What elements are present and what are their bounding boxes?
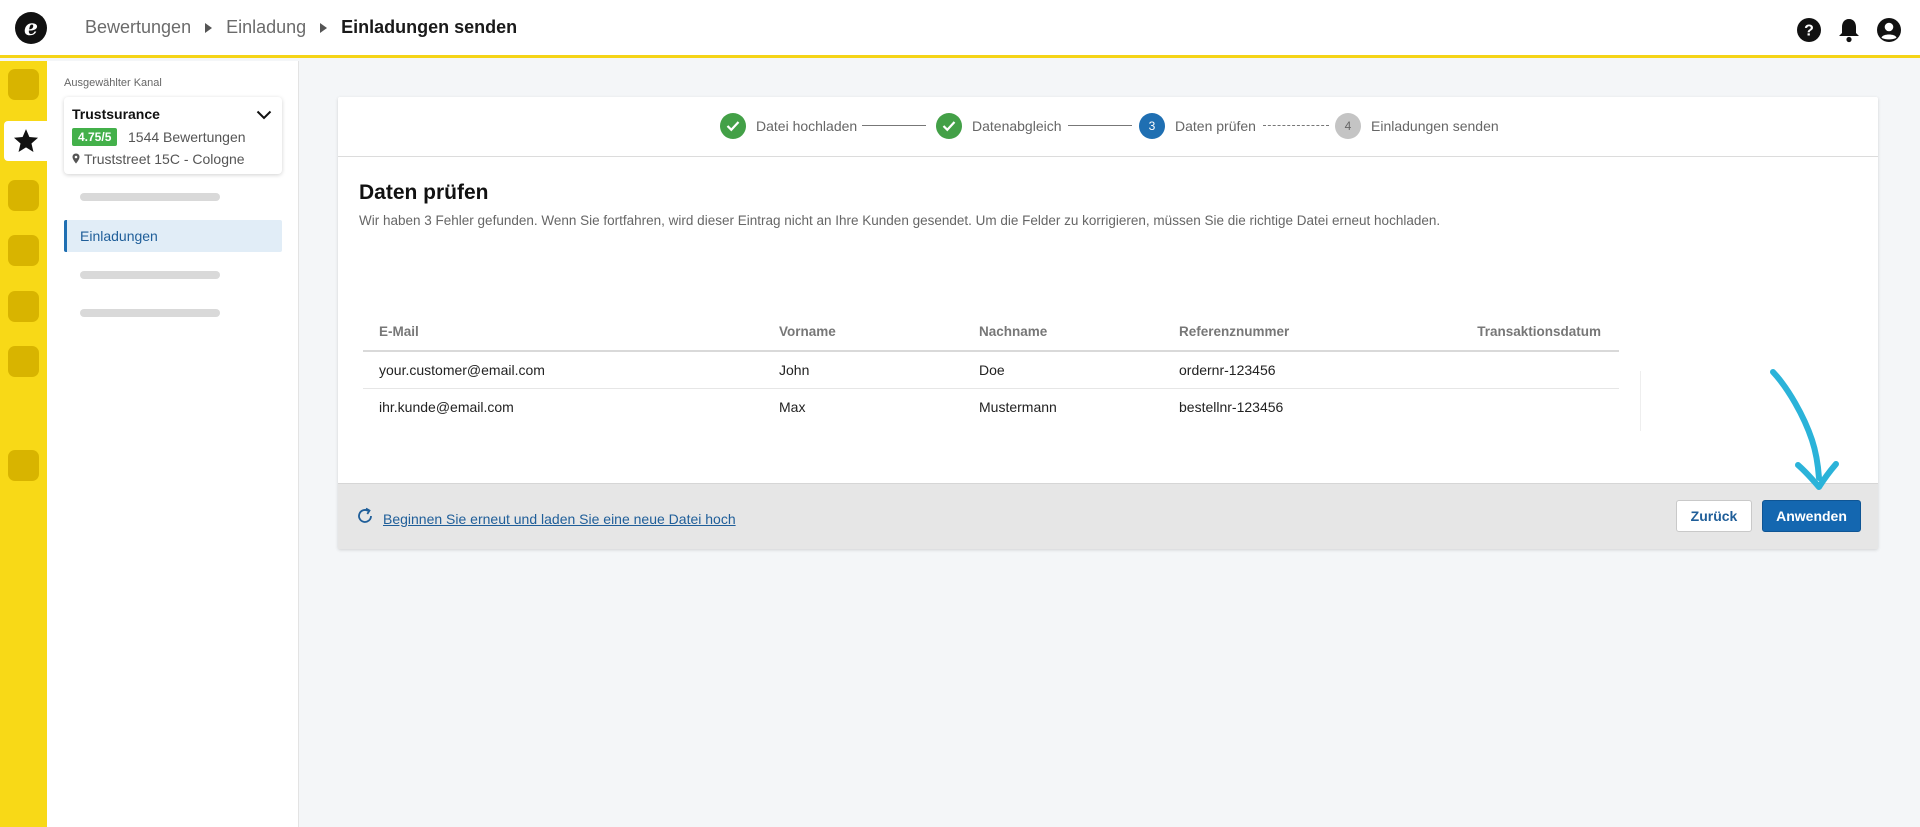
check-icon [936,113,962,139]
back-button[interactable]: Zurück [1676,500,1752,532]
step-upload: Datei hochladen [720,113,857,139]
logo-icon[interactable]: e [15,11,47,44]
step-label: Daten prüfen [1175,118,1256,134]
rail-nav-icon[interactable] [8,180,39,211]
step-connector [862,125,926,126]
app-rail [0,61,47,827]
channel-caption: Ausgewählter Kanal [64,77,162,89]
top-bar: e Bewertungen Einladung Einladungen send… [0,0,1920,58]
refresh-icon[interactable] [355,506,375,531]
rail-reviews-star-icon[interactable] [4,121,47,161]
table-row: ihr.kunde@email.com Max Mustermann beste… [363,388,1619,425]
table-header-row: E-Mail Vorname Nachname Referenznummer T… [363,313,1619,352]
table-divider [1640,371,1641,431]
cell-first-name: John [763,351,963,389]
nav-placeholder [80,309,220,317]
error-description: Wir haben 3 Fehler gefunden. Wenn Sie fo… [359,213,1441,228]
step-label: Datei hochladen [756,118,858,134]
apply-button[interactable]: Anwenden [1762,500,1861,532]
nav-placeholder [80,271,220,279]
column-header: Referenznummer [1163,313,1383,352]
address-text: Truststreet 15C - Cologne [84,151,245,167]
review-data-card: Datei hochladen Datenabgleich 3 Daten pr… [338,97,1878,549]
column-header: Vorname [763,313,963,352]
page-title: Daten prüfen [359,181,489,204]
help-icon[interactable]: ? [1796,17,1822,43]
step-matching: Datenabgleich [936,113,1062,139]
breadcrumb-separator-icon [205,22,213,33]
breadcrumb: Bewertungen Einladung Einladungen senden [85,17,517,38]
cell-transaction-date [1383,351,1619,389]
cell-reference: bestellnr-123456 [1179,398,1284,415]
step-send: 4 Einladungen senden [1335,113,1499,139]
step-number: 3 [1139,113,1165,139]
step-connector [1263,125,1329,126]
breadcrumb-separator-icon [320,22,328,33]
restart-upload-link[interactable]: Beginnen Sie erneut und laden Sie eine n… [383,511,736,527]
breadcrumb-einladung[interactable]: Einladung [226,17,306,38]
sidebar: Ausgewählter Kanal Trustsurance 4.75/5 1… [47,61,299,827]
location-pin-icon [72,151,80,167]
step-label: Datenabgleich [972,118,1062,134]
restart-upload[interactable]: Beginnen Sie erneut und laden Sie eine n… [355,506,736,531]
rating-badge: 4.75/5 [72,128,118,146]
breadcrumb-bewertungen[interactable]: Bewertungen [85,17,191,38]
channel-selector[interactable]: Trustsurance 4.75/5 1544 Bewertungen Tru… [64,97,282,174]
table-row: your.customer@email.com John Doe ordernr… [363,351,1619,389]
annotation-arrow-icon [1770,369,1839,490]
sidebar-item-label: Einladungen [80,228,158,244]
cell-email: your.customer@email.com [363,351,763,389]
cell-last-name: Doe [963,351,1163,389]
sidebar-item-einladungen[interactable]: Einladungen [64,220,282,252]
rail-nav-icon[interactable] [8,235,39,266]
channel-name: Trustsurance [72,106,160,122]
step-label: Einladungen senden [1371,118,1499,134]
bell-icon[interactable] [1836,17,1862,43]
step-number: 4 [1335,113,1361,139]
svg-text:?: ? [1804,23,1814,40]
nav-placeholder [80,193,220,201]
progress-stepper: Datei hochladen Datenabgleich 3 Daten pr… [338,97,1878,157]
cell-first-name: Max [779,398,806,415]
account-icon[interactable] [1876,17,1902,43]
step-check-data: 3 Daten prüfen [1139,113,1256,139]
column-header: Transaktionsdatum [1383,313,1619,352]
data-table: E-Mail Vorname Nachname Referenznummer T… [363,313,1619,425]
rail-nav-icon[interactable] [8,346,39,377]
chevron-down-icon[interactable] [256,107,272,125]
cell-transaction-date [1383,388,1619,425]
rail-nav-icon[interactable] [8,291,39,322]
channel-address: Truststreet 15C - Cologne [72,151,245,167]
review-count: 1544 Bewertungen [128,129,246,145]
column-header: E-Mail [363,313,763,352]
cell-last-name: Mustermann [979,398,1057,415]
cell-email: ihr.kunde@email.com [379,398,514,415]
rail-nav-icon[interactable] [8,450,39,481]
step-connector [1068,125,1132,126]
check-icon [720,113,746,139]
cell-reference: ordernr-123456 [1163,351,1383,389]
breadcrumb-current: Einladungen senden [341,17,518,37]
card-footer: Beginnen Sie erneut und laden Sie eine n… [338,483,1878,549]
column-header: Nachname [963,313,1163,352]
rail-nav-icon[interactable] [8,69,39,100]
